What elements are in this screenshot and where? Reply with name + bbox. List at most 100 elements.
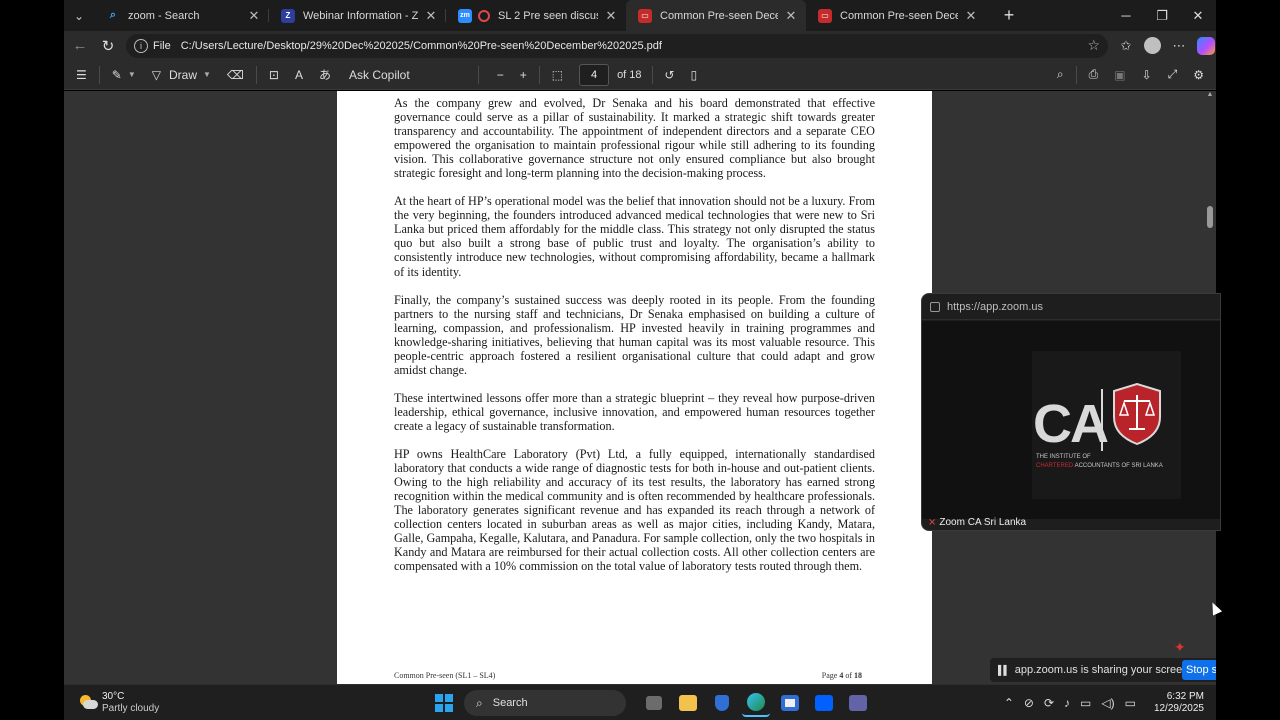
file-explorer-icon[interactable]: [674, 689, 702, 717]
search-icon[interactable]: ⌕: [1049, 60, 1072, 90]
store-icon[interactable]: [776, 689, 804, 717]
address-input[interactable]: i File C:/Users/Lecture/Desktop/29%20Dec…: [126, 33, 1108, 58]
battery-icon[interactable]: ▭: [1125, 696, 1136, 710]
page-view-icon[interactable]: ▯: [683, 60, 706, 90]
zoom-out-icon[interactable]: −: [489, 60, 512, 90]
footer-page-total: 18: [854, 671, 862, 680]
scrollbar-thumb[interactable]: [1207, 206, 1213, 228]
muted-mic-icon: ⨯: [928, 517, 937, 528]
new-tab-icon[interactable]: +: [994, 0, 1024, 31]
edge-browser-icon[interactable]: [742, 689, 770, 717]
close-tab-icon[interactable]: ✕: [604, 8, 618, 24]
fit-to-page-icon[interactable]: ⬚: [544, 60, 571, 90]
divider: [98, 65, 100, 84]
favorites-icon[interactable]: ✩: [1116, 36, 1136, 56]
more-options-icon[interactable]: ⋯: [1169, 36, 1189, 56]
task-view-icon[interactable]: [640, 689, 668, 717]
close-tab-icon[interactable]: ✕: [247, 8, 261, 24]
footer-page-mid: of: [843, 671, 854, 680]
text-box-icon[interactable]: ⊡: [261, 60, 287, 90]
clock[interactable]: 6:32 PM 12/29/2025: [1154, 691, 1204, 715]
participant-name: Zoom CA Sri Lanka: [939, 517, 1027, 528]
taskbar: 30°C Partly cloudy ⌕ Search ⌃ ⊘ ⟳ ♪ ▭ ◁)…: [64, 684, 1216, 720]
weather-condition: Partly cloudy: [102, 702, 160, 714]
zoom-in-icon[interactable]: +: [512, 60, 535, 90]
fullscreen-icon[interactable]: ⤢: [1160, 60, 1186, 90]
rotate-icon[interactable]: ↺: [657, 60, 683, 90]
close-window-icon[interactable]: ✕: [1180, 0, 1216, 31]
save-icon[interactable]: ▣: [1106, 60, 1133, 90]
minimize-icon[interactable]: ─: [1108, 0, 1144, 31]
show-hidden-icons-icon[interactable]: ⌃: [1004, 696, 1014, 710]
weather-temp: 30°C: [102, 690, 125, 702]
ca-sri-lanka-logo: CA THE INSTITUTE OF CHARTERED ACCOUNTANT…: [1032, 351, 1181, 499]
zoom-icon: zm: [458, 8, 472, 23]
favorite-star-icon[interactable]: ☆: [1087, 37, 1100, 54]
zoom-mini-window[interactable]: https://app.zoom.us CA THE INSTITUTE OF …: [921, 293, 1221, 531]
logo-line1: THE INSTITUTE OF: [1036, 454, 1091, 460]
screen-share-banner: ▌▌ app.zoom.us is sharing your screen. S…: [990, 658, 1216, 682]
close-tab-icon[interactable]: ✕: [964, 8, 978, 24]
zoom-video-area[interactable]: CA THE INSTITUTE OF CHARTERED ACCOUNTANT…: [922, 321, 1220, 519]
tab-zoom-search[interactable]: ⌕ zoom - Search ✕: [94, 0, 269, 31]
chevron-down-icon: ▼: [127, 70, 136, 79]
clock-date: 12/29/2025: [1153, 703, 1204, 714]
tab-title: Common Pre-seen December 2025: [840, 9, 958, 22]
save-as-icon[interactable]: ⇩: [1134, 60, 1160, 90]
clock-time: 6:32 PM: [1166, 691, 1204, 702]
sync-icon[interactable]: ⟳: [1044, 696, 1054, 710]
page-number-input[interactable]: 4: [579, 63, 610, 86]
scroll-up-icon[interactable]: ▲: [1206, 91, 1214, 98]
refresh-icon[interactable]: ↻: [94, 32, 122, 60]
copilot-icon[interactable]: [1197, 36, 1215, 55]
logo-line2-red: CHARTERED: [1036, 463, 1074, 469]
draw-button[interactable]: ▽ Draw ▼: [144, 60, 219, 90]
url-text[interactable]: C:/Users/Lecture/Desktop/29%20Dec%202025…: [181, 40, 662, 52]
settings-gear-icon[interactable]: ⚙: [1185, 60, 1212, 90]
window-controls: ─ ❐ ✕: [1108, 0, 1216, 31]
security-shield-icon[interactable]: [708, 689, 736, 717]
highlight-tool-button[interactable]: ✎ ▼: [104, 60, 144, 90]
share-message: app.zoom.us is sharing your screen.: [1014, 664, 1192, 676]
stop-sharing-button[interactable]: Stop sharing: [1182, 660, 1216, 680]
close-tab-icon[interactable]: ✕: [424, 8, 438, 24]
logo-institute-text: THE INSTITUTE OF CHARTERED ACCOUNTANTS O…: [1036, 453, 1181, 471]
profile-avatar[interactable]: [1144, 37, 1161, 54]
weather-widget[interactable]: 30°C Partly cloudy: [78, 691, 159, 715]
participant-name-tag: ⨯ Zoom CA Sri Lanka: [928, 517, 1026, 528]
footer-page: Page 4 of 18: [822, 671, 862, 680]
start-button[interactable]: [430, 689, 458, 717]
pause-icon[interactable]: ▌▌: [998, 665, 1010, 675]
url-scheme-label: File: [153, 39, 171, 52]
print-icon[interactable]: ⎙: [1081, 60, 1107, 90]
info-icon[interactable]: i: [134, 38, 148, 53]
draw-icon: ▽: [151, 67, 161, 82]
translate-icon[interactable]: あ: [311, 60, 339, 90]
zoom-icon: Z: [281, 8, 295, 23]
read-aloud-icon[interactable]: A: [287, 60, 311, 90]
eraser-icon[interactable]: ⌫: [219, 60, 252, 90]
partly-cloudy-icon: [78, 694, 98, 711]
tab-sl2-preseen[interactable]: zm SL 2 Pre seen discussion ✕: [446, 0, 626, 31]
zoom-window-header[interactable]: https://app.zoom.us: [922, 294, 1220, 320]
close-tab-icon[interactable]: ✕: [784, 8, 798, 24]
tab-webinar-information[interactable]: Z Webinar Information - Zoom ✕: [269, 0, 446, 31]
taskbar-search[interactable]: ⌕ Search: [464, 690, 626, 716]
teams-icon[interactable]: [844, 689, 872, 717]
footer-left: Common Pre-seen (SL1 – SL4): [394, 671, 496, 680]
tab-common-preseen-2[interactable]: ▭ Common Pre-seen December 2025 ✕: [806, 0, 986, 31]
volume-icon[interactable]: ◁): [1101, 696, 1114, 710]
ask-copilot-button[interactable]: Ask Copilot: [339, 60, 418, 90]
microphone-icon[interactable]: ♪: [1064, 696, 1070, 710]
contents-icon[interactable]: ☰: [68, 60, 95, 90]
dropbox-icon[interactable]: [810, 689, 838, 717]
acrobat-icon[interactable]: ✦: [1174, 640, 1190, 654]
search-icon: ⌕: [109, 9, 117, 21]
tab-common-preseen-active[interactable]: ▭ Common Pre-seen December 2025 ✕: [626, 0, 806, 31]
tab-title: SL 2 Pre seen discussion: [498, 9, 598, 22]
tab-actions-menu-icon[interactable]: ⌄: [64, 0, 94, 31]
meet-now-icon[interactable]: ⊘: [1024, 696, 1034, 710]
restore-icon[interactable]: ❐: [1144, 0, 1180, 31]
network-icon[interactable]: ▭: [1080, 696, 1091, 710]
back-icon[interactable]: ←: [66, 32, 94, 60]
